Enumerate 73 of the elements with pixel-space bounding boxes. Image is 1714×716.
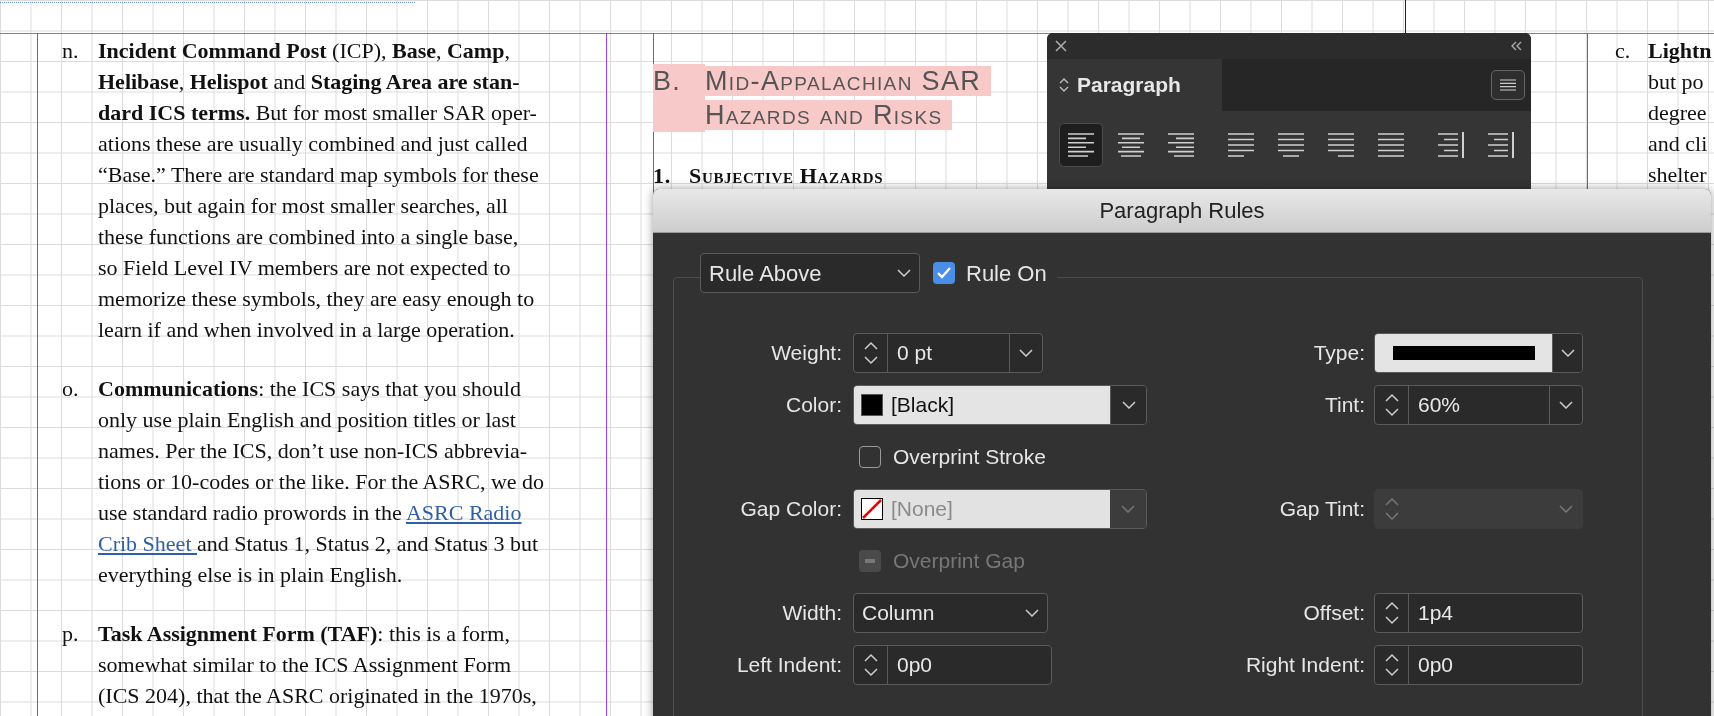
stepper-icon [862, 652, 879, 678]
spinner-field[interactable]: 0p0 [1374, 645, 1583, 685]
chevron-icon [1121, 401, 1136, 409]
field-label: Right Indent: [1244, 652, 1365, 679]
align-button[interactable] [1059, 123, 1103, 167]
combo-field[interactable]: 0 pt [853, 333, 1043, 373]
stepper-icon [862, 340, 879, 366]
paragraph: Lightn but po degree and cli shelter [1648, 37, 1712, 189]
panel-menu-button[interactable] [1491, 70, 1525, 100]
combo-field[interactable]: 60% [1374, 385, 1583, 425]
list-marker: c. [1615, 37, 1632, 65]
align-icon [1378, 132, 1404, 158]
chevron-icon [1121, 505, 1135, 513]
list-marker: 1. [653, 162, 672, 190]
stepper-icon [1383, 392, 1400, 418]
link[interactable]: ASRC Radio [405, 500, 522, 525]
checkbox[interactable] [933, 262, 955, 284]
align-icon [1278, 132, 1304, 158]
chevron-icon [897, 269, 911, 277]
field-label: Width: [781, 600, 842, 627]
list-marker: p. [62, 620, 80, 648]
stroke-type-dropdown[interactable] [1374, 333, 1583, 373]
menu-icon [1499, 79, 1517, 91]
align-icon [1228, 132, 1254, 158]
field-label: Offset: [1302, 600, 1365, 627]
swatch-dropdown[interactable]: [Black] [853, 385, 1147, 425]
spinner-field[interactable]: 0p0 [853, 645, 1052, 685]
section-heading: Mid-Appalachian SAR Hazards and Risks [705, 64, 992, 132]
color-swatch-icon [861, 394, 883, 416]
stepper-icon [1383, 600, 1400, 626]
align-icon [1068, 132, 1094, 158]
field-label: Color: [784, 392, 842, 419]
chevron-icon [1559, 505, 1573, 513]
link[interactable]: Crib Sheet [98, 531, 197, 556]
align-icon [1118, 132, 1144, 158]
field-label: Gap Color: [739, 496, 842, 523]
paragraph: Task Assignment Form (TAF): this is a form, somewhat similar to the ICS Assignment Form (ICS 204), that the ASRC originated in the 1970s, [98, 620, 537, 710]
dash-icon [865, 559, 875, 563]
panel-tab[interactable]: Paragraph [1047, 59, 1222, 111]
list-marker: n. [62, 37, 80, 65]
paragraph: Incident Command Post (ICP), Base, Camp, Helibase, Helispot and Staging Area are stan- dard ICS terms. But for most smaller SAR oper- ations these are usually combined and just called “Base.” There are standard map symbols for these places, but again for most smaller searches, all these functions are combined into a single base, so Field Level IV members are not expected to memorize these symbols, they are easy enough to learn if and when involved in a large operation. [98, 37, 539, 344]
chevron-icon [1559, 401, 1573, 409]
field-label: Weight: [770, 340, 842, 367]
stepper-icon [1383, 652, 1400, 678]
align-icon [1438, 132, 1464, 158]
paragraph: Communications: the ICS says that you should only use plain English and position titles or last names. Per the ICS, don’t use non-ICS abbrevia- tions or 10-codes or the like. For the ASRC, we do use standard radio prowords in the ASRC Radio Crib Sheet and Status 1, Status 2, and Status 3 but everything else is in plain English. [98, 375, 545, 589]
list-marker: o. [62, 375, 80, 403]
field-label: Left Indent: [735, 652, 842, 679]
rule-dropdown[interactable]: Rule Above [700, 253, 920, 293]
checkbox-label: Overprint Stroke [893, 444, 1046, 471]
subheading: Subjective Hazards [689, 162, 884, 190]
heading-marker: B. [653, 64, 705, 132]
field-label: Gap Tint: [1278, 496, 1365, 523]
checkbox[interactable] [859, 446, 881, 468]
align-icon [1328, 132, 1354, 158]
check-icon [937, 267, 951, 279]
field-label: Type: [1312, 340, 1365, 367]
align-icon [1168, 132, 1194, 158]
dialog-title: Paragraph Rules [1099, 197, 1265, 225]
stepper-icon [1059, 77, 1069, 93]
chevron-icon [1025, 609, 1039, 617]
close-icon [1055, 40, 1067, 52]
field-label: Tint: [1323, 392, 1365, 419]
checkbox-label: Overprint Gap [893, 548, 1025, 575]
checkbox-label: Rule On [966, 259, 1047, 288]
dropdown[interactable]: Column [853, 593, 1048, 633]
spinner-field[interactable]: 1p4 [1374, 593, 1583, 633]
no-color-swatch-icon [861, 498, 883, 520]
chevron-icon [1560, 349, 1575, 357]
stepper-icon [1383, 496, 1400, 522]
align-icon [1488, 132, 1514, 158]
chevron-icon [1019, 349, 1033, 357]
collapse-icon [1509, 41, 1523, 51]
